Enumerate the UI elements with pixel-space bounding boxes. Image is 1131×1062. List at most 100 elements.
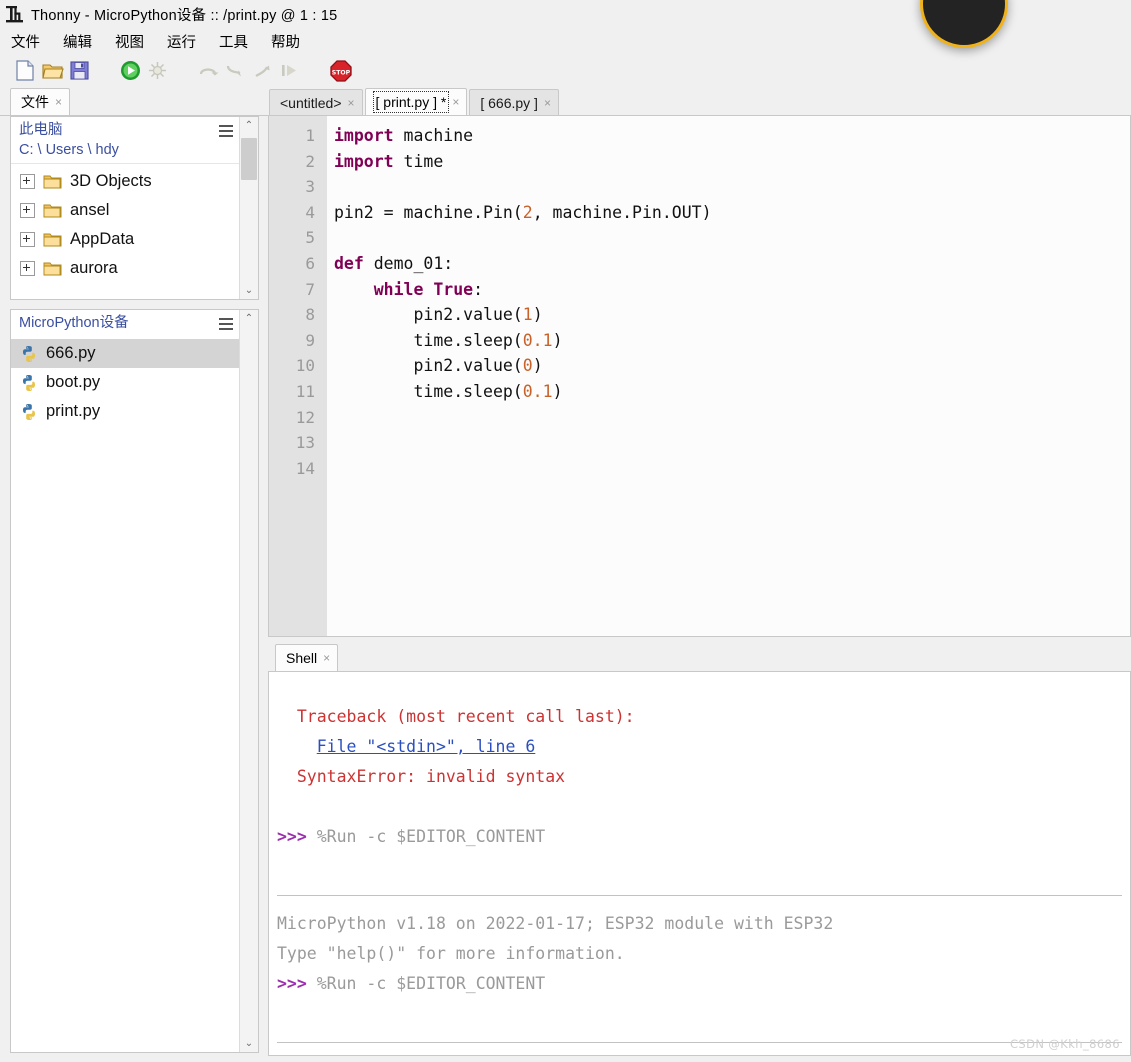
tab-untitled-label: <untitled>	[280, 94, 342, 111]
list-item[interactable]: ansel	[11, 196, 239, 225]
run-button[interactable]	[117, 57, 144, 84]
close-icon[interactable]: ×	[323, 652, 330, 664]
list-item-label: ansel	[70, 201, 110, 219]
scrollbar-track[interactable]	[240, 134, 258, 282]
tab-shell[interactable]: Shell ×	[275, 644, 339, 671]
resume-button[interactable]	[276, 57, 303, 84]
line-number: 13	[295, 433, 315, 453]
shell-separator	[277, 1042, 1122, 1043]
shell-prompt: >>>	[277, 974, 317, 993]
line-number: 3	[305, 177, 315, 197]
list-item-label: 666.py	[46, 344, 96, 362]
hamburger-menu-icon[interactable]	[219, 125, 233, 137]
shell-output[interactable]: >>> %Run -c $EDITOR_CONTENT Traceback (m…	[268, 672, 1131, 1056]
folder-icon	[43, 262, 62, 275]
line-number: 6	[305, 253, 315, 273]
local-file-tree: 3D Objects ansel AppData aurora	[11, 164, 239, 299]
svg-text:STOP: STOP	[331, 69, 350, 76]
tab-print-py[interactable]: [ print.py ] * ×	[364, 88, 468, 115]
python-file-icon	[23, 403, 35, 420]
scroll-down-icon[interactable]: ⌄	[240, 282, 258, 299]
shell-line: >>> %Run -c $EDITOR_CONTENT	[277, 827, 546, 846]
scroll-up-icon[interactable]: ⌃	[240, 117, 258, 134]
code-editor[interactable]: 1 2 3 4 5 6 7 8 9 10 11 12 13 14 import …	[268, 116, 1131, 637]
list-item-label: boot.py	[46, 373, 101, 391]
menu-run[interactable]: 运行	[165, 30, 198, 53]
debug-button[interactable]	[144, 57, 171, 84]
thonny-logo-icon	[6, 5, 23, 22]
step-out-button[interactable]	[249, 57, 276, 84]
shell-tabstrip: Shell ×	[268, 643, 1131, 672]
shell-line: MicroPython v1.18 on 2022-01-17; ESP32 m…	[277, 914, 834, 933]
step-out-icon	[255, 65, 270, 77]
shell-line: Type "help()" for more information.	[277, 944, 625, 963]
editor-tabstrip: <untitled> × [ print.py ] * × [ 666.py ]…	[265, 87, 1131, 116]
step-into-button[interactable]	[222, 57, 249, 84]
code-content: import machine import time pin2 = machin…	[334, 126, 712, 401]
shell-content: >>> %Run -c $EDITOR_CONTENT Traceback (m…	[277, 672, 1122, 1055]
shell-line: Traceback (most recent call last):	[277, 707, 635, 726]
python-file-icon	[23, 345, 35, 362]
new-file-button[interactable]	[12, 57, 39, 84]
hamburger-menu-icon[interactable]	[219, 318, 233, 330]
line-number: 9	[305, 330, 315, 350]
device-files-scrollbar[interactable]: ⌃ ⌄	[239, 310, 258, 1052]
list-item[interactable]: AppData	[11, 225, 239, 254]
tab-666-py[interactable]: [ 666.py ] ×	[469, 89, 559, 115]
shell-line: SyntaxError: invalid syntax	[277, 767, 566, 786]
device-files-panel: MicroPython设备 666.py boot.py print.py ⌃ …	[10, 309, 259, 1053]
main-area: 文件 × 此电脑 C: \ Users \ hdy 3D Objects ans…	[0, 87, 1131, 1062]
tab-untitled[interactable]: <untitled> ×	[269, 89, 363, 115]
close-icon[interactable]: ×	[55, 96, 62, 108]
stop-icon: STOP	[329, 59, 352, 82]
scroll-down-icon[interactable]: ⌄	[240, 1035, 258, 1052]
shell-line	[277, 792, 1122, 822]
thonny-window: Thonny - MicroPython设备 :: /print.py @ 1 …	[0, 0, 1131, 1062]
device-header: MicroPython设备	[11, 310, 239, 336]
run-icon	[121, 61, 140, 80]
this-pc-label: 此电脑	[19, 122, 63, 138]
expand-icon[interactable]	[20, 203, 35, 218]
list-item[interactable]: boot.py	[11, 368, 239, 397]
list-item[interactable]: 3D Objects	[11, 167, 239, 196]
debug-bug-icon	[149, 62, 166, 79]
open-folder-icon	[41, 64, 64, 79]
open-file-button[interactable]	[39, 57, 66, 84]
save-button[interactable]	[66, 57, 93, 84]
line-number-gutter: 1 2 3 4 5 6 7 8 9 10 11 12 13 14	[269, 116, 327, 636]
list-item[interactable]: aurora	[11, 254, 239, 283]
menu-help[interactable]: 帮助	[269, 30, 302, 53]
scrollbar-track[interactable]	[240, 327, 258, 1035]
shell-separator	[277, 895, 1122, 896]
scroll-up-icon[interactable]: ⌃	[240, 310, 258, 327]
list-item-label: print.py	[46, 402, 101, 420]
expand-icon[interactable]	[20, 232, 35, 247]
line-number: 1	[305, 126, 315, 145]
menu-tools[interactable]: 工具	[217, 30, 250, 53]
traceback-link[interactable]: File "<stdin>", line 6	[317, 737, 536, 756]
menu-view[interactable]: 视图	[113, 30, 146, 53]
list-item[interactable]: 666.py	[11, 339, 239, 368]
menu-edit[interactable]: 编辑	[61, 30, 94, 53]
close-icon[interactable]: ×	[544, 97, 551, 109]
menu-file[interactable]: 文件	[9, 30, 42, 53]
close-icon[interactable]: ×	[452, 96, 459, 108]
tab-files[interactable]: 文件 ×	[10, 88, 71, 115]
list-item-label: 3D Objects	[70, 172, 152, 190]
shell-panel: Shell × >>> %Run -c $EDITOR_CONTENT Trac…	[268, 643, 1131, 1056]
expand-icon[interactable]	[20, 174, 35, 189]
list-item[interactable]: print.py	[11, 397, 239, 426]
local-files-scrollbar[interactable]: ⌃ ⌄	[239, 117, 258, 299]
scrollbar-thumb[interactable]	[241, 138, 257, 180]
line-number: 7	[305, 279, 315, 299]
local-files-panel: 此电脑 C: \ Users \ hdy 3D Objects ansel Ap…	[10, 116, 259, 300]
stop-button[interactable]: STOP	[327, 57, 354, 84]
code-text-area[interactable]: import machine import time pin2 = machin…	[327, 116, 1130, 636]
step-over-icon	[199, 68, 219, 76]
shell-line: File "<stdin>", line 6	[277, 732, 1122, 762]
list-item-label: aurora	[70, 259, 118, 277]
expand-icon[interactable]	[20, 261, 35, 276]
close-icon[interactable]: ×	[348, 97, 355, 109]
step-over-button[interactable]	[195, 57, 222, 84]
python-file-icon	[23, 374, 35, 391]
